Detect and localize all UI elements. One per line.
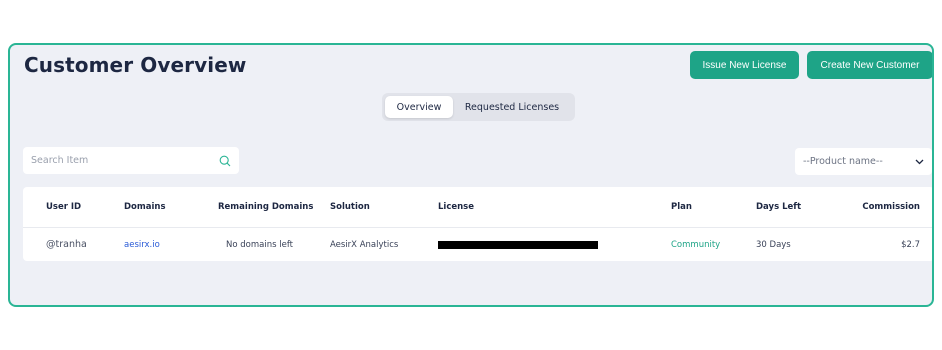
search-box	[23, 147, 239, 174]
redacted-license-bar	[438, 240, 598, 249]
domain-link[interactable]: aesirx.io	[124, 228, 160, 261]
days-left-cell: 30 Days	[756, 239, 791, 250]
column-header-commission: Commission	[862, 202, 920, 212]
column-header-license: License	[438, 202, 475, 212]
license-cell	[438, 228, 598, 261]
tab-bar: Overview Requested Licenses	[382, 93, 575, 121]
table-row[interactable]: @tranha aesirx.io No domains left AesirX…	[23, 228, 932, 261]
issue-new-license-button[interactable]: Issue New License	[690, 51, 799, 79]
product-name-select[interactable]: --Product name--	[795, 148, 932, 175]
search-icon[interactable]	[219, 155, 231, 167]
remaining-domains-cell: No domains left	[226, 239, 293, 250]
solution-cell: AesirX Analytics	[330, 239, 399, 250]
table-header: User ID Domains Remaining Domains Soluti…	[23, 187, 932, 228]
tab-overview[interactable]: Overview	[385, 96, 453, 118]
customers-table: User ID Domains Remaining Domains Soluti…	[23, 187, 932, 261]
commission-cell: $2.7	[901, 239, 920, 250]
column-header-days-left: Days Left	[756, 202, 802, 212]
product-select-value: --Product name--	[803, 156, 883, 167]
column-header-plan: Plan	[671, 202, 692, 212]
user-id-cell: @tranha	[46, 239, 87, 250]
column-header-remaining-domains: Remaining Domains	[218, 202, 314, 212]
column-header-domains: Domains	[124, 202, 166, 212]
column-header-user-id: User ID	[46, 202, 82, 212]
customer-overview-panel: Customer Overview Issue New License Crea…	[8, 43, 934, 307]
chevron-down-icon	[915, 159, 924, 164]
column-header-solution: Solution	[330, 202, 370, 212]
page-title: Customer Overview	[24, 53, 247, 77]
create-new-customer-button[interactable]: Create New Customer	[807, 51, 932, 79]
search-input[interactable]	[31, 155, 219, 166]
plan-cell: Community	[671, 239, 721, 250]
tab-requested-licenses[interactable]: Requested Licenses	[453, 96, 571, 118]
